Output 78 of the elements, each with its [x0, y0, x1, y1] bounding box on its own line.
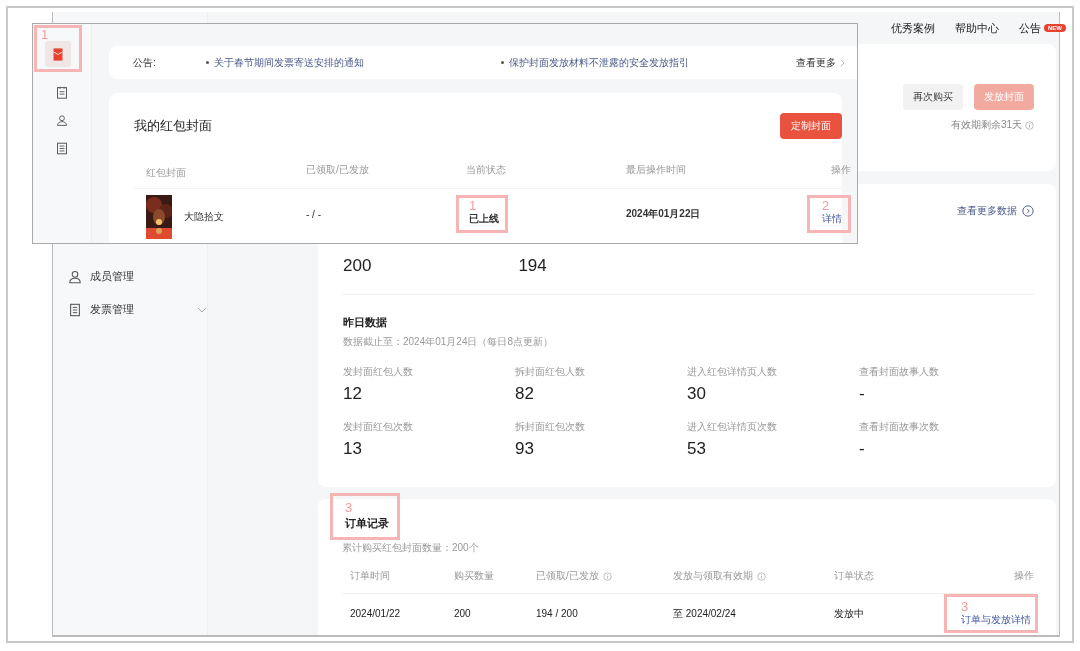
bullet-icon: [206, 61, 209, 64]
arrow-circle-icon[interactable]: [1022, 205, 1034, 217]
column-header: 发放与领取有效期: [673, 569, 753, 583]
nav-link[interactable]: 优秀案例: [891, 20, 935, 36]
order-details-link[interactable]: 订单与发放详情: [961, 613, 1031, 627]
info-icon: [1025, 120, 1034, 130]
metric-label: 发封面红包次数: [343, 420, 413, 434]
metric-label: 进入红包详情页次数: [687, 420, 777, 434]
column-header: 操作: [1014, 569, 1034, 583]
metric-label: 查看封面故事次数: [859, 420, 939, 434]
envelope-icon: [53, 47, 63, 61]
stat-value: 200: [343, 256, 372, 276]
notice-link[interactable]: 关于春节期间发票寄送安排的通知: [214, 55, 501, 70]
metric-label: 发封面红包人数: [343, 365, 413, 379]
section-title: 昨日数据: [343, 315, 388, 330]
metric-value: -: [859, 439, 865, 459]
nav-link[interactable]: 帮助中心: [955, 20, 999, 36]
table-cell: 200: [454, 608, 471, 619]
column-header: 订单时间: [350, 569, 390, 583]
sidebar-item[interactable]: 发票管理: [53, 293, 207, 326]
column-header: 操作: [830, 163, 851, 177]
document-icon: [68, 302, 82, 317]
callout-number: 1: [469, 199, 478, 212]
action-button[interactable]: 再次购买: [903, 84, 963, 110]
validity-text: 有效期剩余31天: [950, 118, 1022, 132]
sidebar-item[interactable]: 成员管理: [53, 260, 207, 293]
customize-button[interactable]: 定制封面: [780, 113, 842, 139]
column-header: 已领取/已发放: [306, 163, 370, 177]
column-header: 最后操作时间: [626, 163, 687, 177]
callout-number: 3: [345, 501, 354, 514]
column-header: 红包封面: [146, 166, 187, 180]
callout-number: 3: [961, 600, 970, 613]
metric-value: -: [859, 384, 865, 404]
note-text: 数据截止至：2024年01月24日（每日8点更新）: [343, 335, 555, 349]
metric-value: 13: [343, 439, 362, 459]
chevron-right-icon: [840, 58, 845, 67]
clipboard-icon: [56, 85, 68, 99]
info-icon: [602, 571, 612, 581]
metric-value: 12: [343, 384, 362, 404]
see-more-link[interactable]: 查看更多: [796, 55, 836, 70]
card-title: 我的红包封面: [134, 117, 212, 135]
notice-label: 公告:: [133, 55, 157, 70]
metric-label: 拆封面红包人数: [515, 365, 585, 379]
column-header: 已领取/已发放: [536, 569, 599, 583]
rail-tab[interactable]: [45, 41, 71, 67]
metric-label: 拆封面红包次数: [515, 420, 585, 434]
person-icon: [68, 269, 82, 284]
chevron-down-icon: [197, 306, 207, 313]
metric-label: 查看封面故事人数: [859, 365, 939, 379]
table-cell: 194 / 200: [536, 608, 578, 619]
callout-number: 2: [822, 199, 831, 212]
more-data-link[interactable]: 查看更多数据: [957, 204, 1017, 218]
metric-value: 93: [515, 439, 534, 459]
table-cell: 发放中: [834, 607, 864, 619]
column-header: 当前状态: [466, 163, 507, 177]
person-icon: [56, 113, 68, 127]
callout-number: 1: [41, 28, 49, 41]
status-text: 已上线: [469, 212, 499, 226]
nav-link[interactable]: 公告 $^{NEW}$: [1019, 20, 1066, 36]
document-icon: [56, 141, 68, 155]
metric-value: 53: [687, 439, 706, 459]
metric-label: 进入红包详情页人数: [687, 365, 777, 379]
table-cell-text: - / -: [306, 208, 322, 220]
summary-text: 累计购买红包封面数量：200个: [342, 541, 480, 555]
metric-value: 82: [515, 384, 534, 404]
details-link[interactable]: 详情: [822, 212, 842, 226]
metric-value: 30: [687, 384, 706, 404]
section-title: 订单记录: [345, 516, 389, 531]
bullet-icon: [501, 61, 504, 64]
column-header: 订单状态: [834, 569, 874, 583]
stat-value: 194: [518, 256, 547, 276]
cover-name: 大隐拾文: [184, 210, 224, 224]
table-cell: 至 2024/02/24: [673, 607, 736, 619]
table-cell-text: 2024年01月22日: [626, 207, 702, 221]
notice-link[interactable]: 保护封面发放材料不泄露的安全发放指引: [509, 55, 796, 70]
column-header: 购买数量: [454, 569, 494, 583]
table-cell: 2024/01/22: [350, 608, 401, 619]
info-icon: [757, 571, 766, 581]
